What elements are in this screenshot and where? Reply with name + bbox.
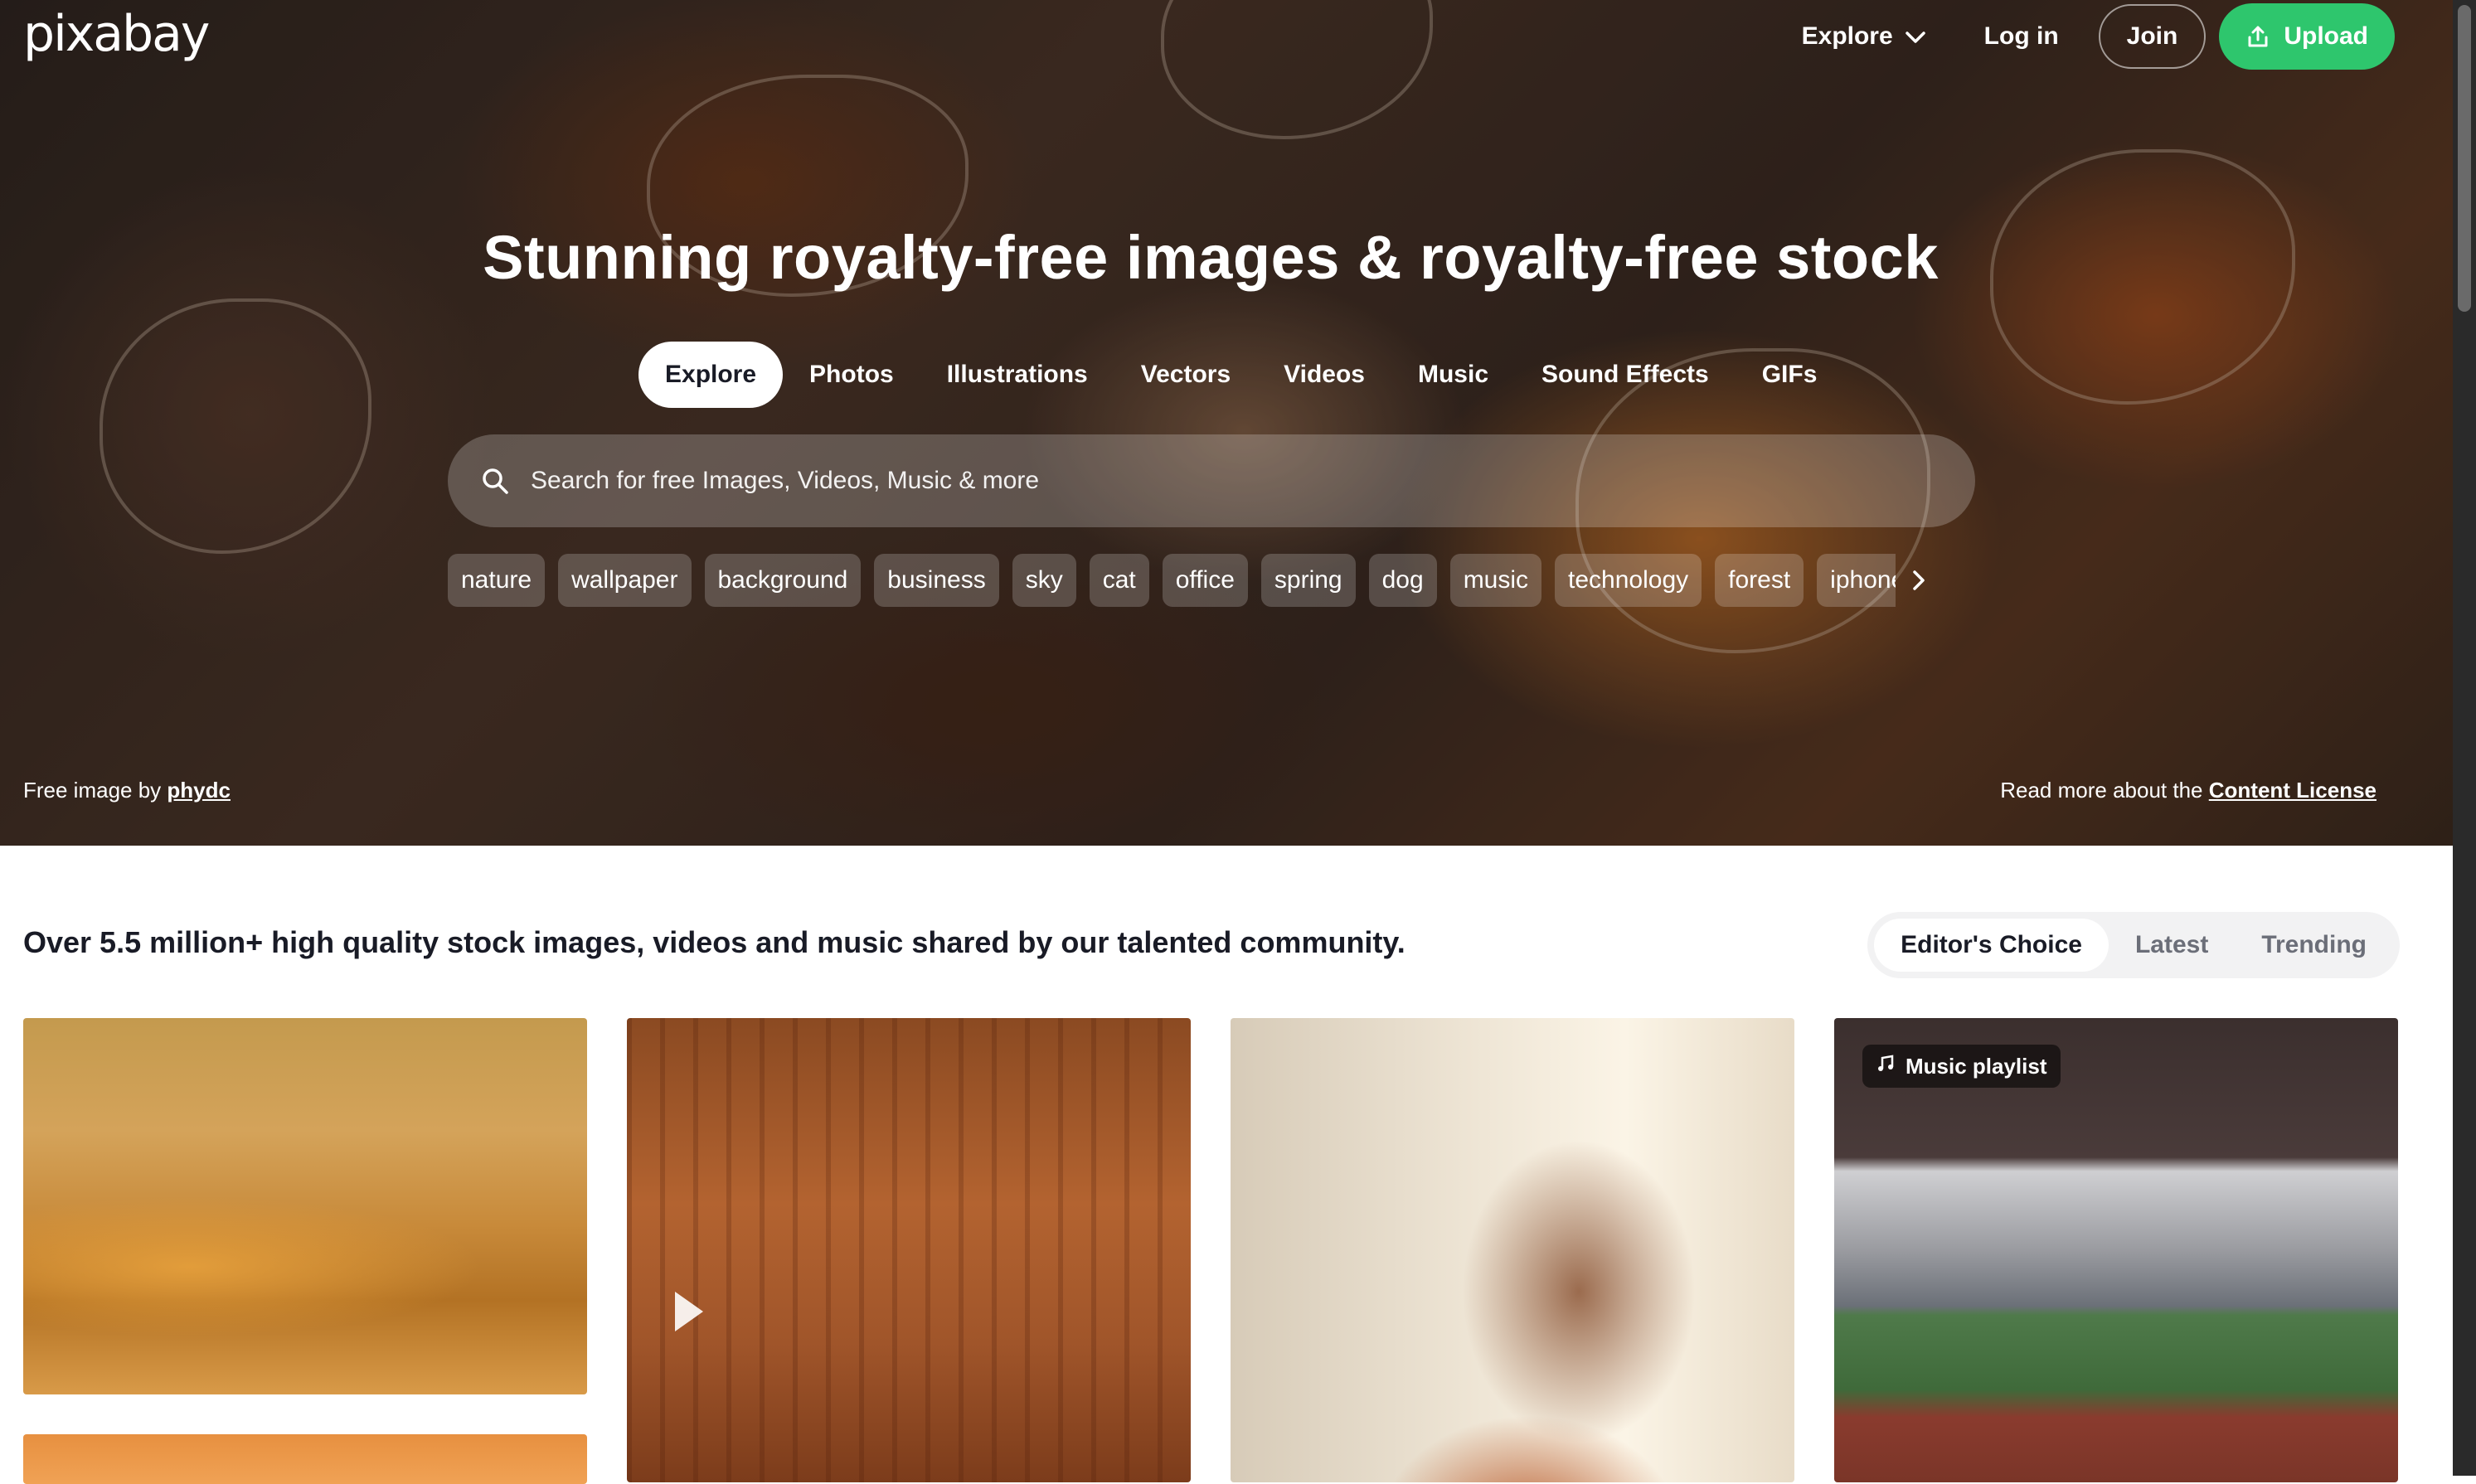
content-license-link[interactable]: Content License bbox=[2209, 778, 2376, 803]
tab-photos[interactable]: Photos bbox=[783, 342, 920, 408]
community-tagline: Over 5.5 million+ high quality stock ima… bbox=[23, 925, 1405, 959]
pixabay-logo[interactable]: pixabay bbox=[23, 5, 210, 63]
upload-button[interactable]: Upload bbox=[2219, 3, 2395, 70]
tag-chip[interactable]: forest bbox=[1715, 554, 1804, 607]
image-card-runner[interactable]: Music playlist bbox=[1834, 1018, 2398, 1482]
tag-chip[interactable]: dog bbox=[1368, 554, 1437, 607]
license-note: Read more about the Content License bbox=[2000, 778, 2376, 803]
top-navigation: Explore Log in Join Upload bbox=[1802, 3, 2395, 70]
hero-overlay bbox=[0, 0, 2453, 846]
tag-chip[interactable]: spring bbox=[1260, 554, 1356, 607]
tag-chip[interactable]: sky bbox=[1012, 554, 1076, 607]
scrollbar-thumb[interactable] bbox=[2458, 5, 2471, 312]
tag-chip[interactable]: nature bbox=[448, 554, 546, 607]
tab-vectors[interactable]: Vectors bbox=[1114, 342, 1257, 408]
tag-chip[interactable]: business bbox=[874, 554, 999, 607]
music-note-icon bbox=[1876, 1054, 1896, 1079]
tab-music[interactable]: Music bbox=[1391, 342, 1515, 408]
chevron-down-icon bbox=[1905, 24, 1926, 50]
login-link[interactable]: Log in bbox=[1984, 22, 2059, 51]
image-card-monk[interactable] bbox=[1231, 1018, 1794, 1482]
sort-editors-choice[interactable]: Editor's Choice bbox=[1874, 919, 2109, 972]
tab-illustrations[interactable]: Illustrations bbox=[920, 342, 1114, 408]
search-input[interactable] bbox=[529, 466, 1975, 496]
media-type-tabs: Explore Photos Illustrations Vectors Vid… bbox=[638, 342, 1843, 408]
tab-videos[interactable]: Videos bbox=[1257, 342, 1391, 408]
credit-prefix: Free image by bbox=[23, 778, 162, 803]
tag-chip[interactable]: technology bbox=[1555, 554, 1702, 607]
page-scrollbar[interactable] bbox=[2453, 0, 2476, 1476]
tags-list: nature wallpaper background business sky… bbox=[448, 554, 1896, 607]
license-prefix: Read more about the bbox=[2000, 778, 2203, 803]
search-icon[interactable] bbox=[481, 467, 509, 495]
music-playlist-label: Music playlist bbox=[1906, 1053, 2047, 1079]
upload-icon bbox=[2245, 24, 2270, 49]
tag-chip[interactable]: wallpaper bbox=[558, 554, 692, 607]
tab-explore[interactable]: Explore bbox=[638, 342, 784, 408]
popular-tags: nature wallpaper background business sky… bbox=[448, 554, 1940, 607]
tag-chip[interactable]: music bbox=[1449, 554, 1542, 607]
tag-chip[interactable]: background bbox=[704, 554, 862, 607]
tag-chip[interactable]: cat bbox=[1089, 554, 1149, 607]
credit-author-link[interactable]: phydc bbox=[167, 778, 231, 803]
tag-chip[interactable]: office bbox=[1162, 554, 1248, 607]
image-credit: Free image by phydc bbox=[23, 778, 231, 803]
explore-menu-button[interactable]: Explore bbox=[1802, 22, 1926, 51]
chevron-right-icon[interactable] bbox=[1910, 568, 1927, 593]
music-playlist-badge[interactable]: Music playlist bbox=[1862, 1045, 2061, 1088]
tag-chip[interactable]: iphone bbox=[1817, 554, 1896, 607]
play-icon bbox=[675, 1292, 703, 1331]
image-card-building[interactable] bbox=[627, 1018, 1191, 1482]
upload-label: Upload bbox=[2284, 22, 2368, 50]
image-card-desert[interactable] bbox=[23, 1018, 587, 1394]
image-card[interactable] bbox=[23, 1434, 587, 1484]
hero-banner: pixabay Explore Log in Join Upload Stunn… bbox=[0, 0, 2453, 846]
tab-gifs[interactable]: GIFs bbox=[1736, 342, 1844, 408]
join-button[interactable]: Join bbox=[2098, 4, 2207, 69]
tab-sound-effects[interactable]: Sound Effects bbox=[1515, 342, 1736, 408]
sort-toggle: Editor's Choice Latest Trending bbox=[1867, 912, 2400, 978]
explore-menu-label: Explore bbox=[1801, 22, 1893, 50]
hero-title: Stunning royalty-free images & royalty-f… bbox=[483, 223, 1939, 292]
search-bar[interactable] bbox=[448, 434, 1975, 527]
sort-trending[interactable]: Trending bbox=[2235, 919, 2393, 972]
sort-latest[interactable]: Latest bbox=[2109, 919, 2235, 972]
